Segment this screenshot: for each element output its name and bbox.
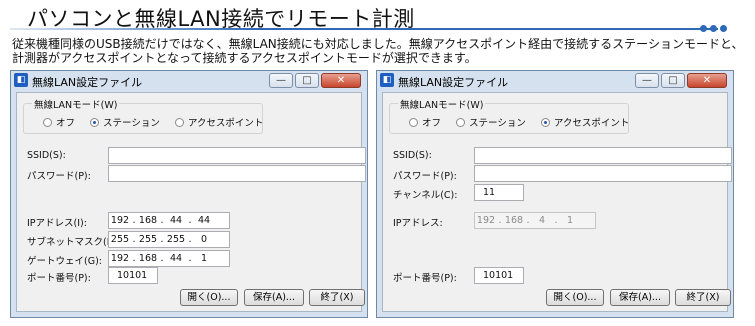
ip-address-input[interactable]: 192. 168. 44. 44 <box>108 212 230 229</box>
wireless-mode-label: 無線LANモード(W) <box>398 97 486 111</box>
ip-octet: 44 <box>169 215 183 226</box>
radio-label: ステーション <box>103 118 160 129</box>
ip-octet: 192 <box>110 215 130 226</box>
port-input[interactable]: 10101 <box>474 267 524 284</box>
ip-octet: 255 <box>166 234 186 245</box>
open-button[interactable]: 開く(O)... <box>180 289 238 306</box>
save-button[interactable]: 保存(A)... <box>244 289 304 306</box>
dialog-client: 無線LANモード(W) オフ ステーション アクセスポイント SSID(S): … <box>16 92 366 312</box>
password-label: パスワード(P): <box>27 171 91 182</box>
radio-label: アクセスポイント <box>553 118 630 129</box>
ip-address-input: 192. 168. 4. 1 <box>474 212 596 229</box>
radio-label: オフ <box>422 118 442 129</box>
ssid-input[interactable] <box>108 147 366 164</box>
ip-octet: 4 <box>538 215 546 226</box>
port-input[interactable]: 10101 <box>108 267 158 284</box>
maximize-button[interactable]: □ <box>661 73 685 88</box>
ip-octet: 168 <box>504 215 524 226</box>
maximize-button[interactable]: □ <box>295 73 319 88</box>
gateway-label: ゲートウェイ(G): <box>27 256 102 267</box>
ip-octet: 1 <box>566 215 574 226</box>
radio-button-icon <box>456 117 466 127</box>
ip-octet: 0 <box>200 234 208 245</box>
title-bar[interactable]: ◧ 無線LAN設定ファイル — □ ✕ <box>11 71 367 91</box>
radio-button-icon <box>174 117 184 127</box>
close-button[interactable]: ✕ <box>321 73 361 88</box>
radio-off[interactable]: オフ <box>409 115 441 129</box>
radio-off[interactable]: オフ <box>43 115 75 129</box>
window-title: 無線LAN設定ファイル <box>398 76 509 89</box>
radio-label: アクセスポイント <box>187 118 264 129</box>
ip-octet: 168 <box>138 253 158 264</box>
close-button[interactable]: ✕ <box>687 73 727 88</box>
app-icon: ◧ <box>14 73 28 87</box>
ip-octet: 44 <box>197 215 211 226</box>
ip-address-label: IPアドレス: <box>393 218 443 229</box>
password-input[interactable] <box>474 165 732 182</box>
radio-button-icon <box>43 117 52 127</box>
ip-octet: 168 <box>138 215 158 226</box>
title-bar[interactable]: ◧ 無線LAN設定ファイル — □ ✕ <box>377 71 733 91</box>
minimize-button[interactable]: — <box>269 73 293 88</box>
radio-button-icon <box>409 117 418 127</box>
wireless-mode-label: 無線LANモード(W) <box>32 97 120 111</box>
ip-octet: 192 <box>110 253 130 264</box>
radio-station[interactable]: ステーション <box>90 115 160 129</box>
port-label: ポート番号(P): <box>27 273 91 284</box>
settings-window-access-point: ◧ 無線LAN設定ファイル — □ ✕ 無線LANモード(W) オフ ステーショ… <box>376 70 734 318</box>
wireless-mode-group: 無線LANモード(W) オフ ステーション アクセスポイント <box>23 97 264 134</box>
ip-address-label: IPアドレス(I): <box>27 218 87 229</box>
radio-button-selected-icon <box>540 117 550 127</box>
radio-label: ステーション <box>469 118 526 129</box>
gateway-input[interactable]: 192. 168. 44. 1 <box>108 250 230 267</box>
ip-octet: 192 <box>476 215 496 226</box>
port-label: ポート番号(P): <box>393 273 457 284</box>
title-rule-dots <box>700 25 727 32</box>
ssid-input[interactable] <box>474 147 732 164</box>
radio-access-point[interactable]: アクセスポイント <box>174 115 264 129</box>
radio-button-selected-icon <box>90 117 100 127</box>
password-label: パスワード(P): <box>393 171 457 182</box>
window-title: 無線LAN設定ファイル <box>32 76 143 89</box>
radio-label: オフ <box>56 118 76 129</box>
exit-button[interactable]: 終了(X) <box>309 289 365 306</box>
radio-access-point[interactable]: アクセスポイント <box>540 115 630 129</box>
ip-octet: 255 <box>138 234 158 245</box>
ip-octet: 1 <box>200 253 208 264</box>
ip-octet: 44 <box>169 253 183 264</box>
save-button[interactable]: 保存(A)... <box>610 289 670 306</box>
ssid-label: SSID(S): <box>393 150 432 161</box>
radio-station[interactable]: ステーション <box>456 115 526 129</box>
password-input[interactable] <box>108 165 366 182</box>
exit-button[interactable]: 終了(X) <box>675 289 731 306</box>
minimize-button[interactable]: — <box>635 73 659 88</box>
settings-window-station: ◧ 無線LAN設定ファイル — □ ✕ 無線LANモード(W) オフ ステーショ… <box>10 70 368 318</box>
wireless-mode-group: 無線LANモード(W) オフ ステーション アクセスポイント <box>389 97 630 134</box>
dialog-client: 無線LANモード(W) オフ ステーション アクセスポイント SSID(S): … <box>382 92 732 312</box>
channel-input[interactable]: 11 <box>474 184 524 201</box>
ssid-label: SSID(S): <box>27 150 66 161</box>
open-button[interactable]: 開く(O)... <box>546 289 604 306</box>
description-text: 従来機種同様のUSB接続だけではなく、無線LAN接続にも対応しました。無線アクセ… <box>12 37 744 65</box>
subnet-mask-input[interactable]: 255. 255. 255. 0 <box>108 231 230 248</box>
app-icon: ◧ <box>380 73 394 87</box>
title-underline <box>10 28 718 30</box>
channel-label: チャンネル(C): <box>393 190 458 201</box>
ip-octet: 255 <box>110 234 130 245</box>
